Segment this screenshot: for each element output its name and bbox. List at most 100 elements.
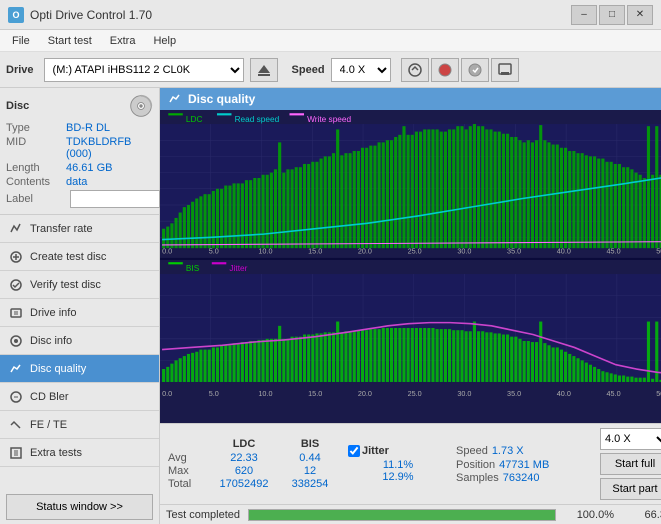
disc-contents-row: Contents data	[6, 176, 153, 188]
svg-text:20.0: 20.0	[358, 246, 372, 255]
sidebar-item-verify-test-disc[interactable]: Verify test disc	[0, 271, 159, 299]
sidebar-item-disc-quality[interactable]: Disc quality	[0, 355, 159, 383]
mid-value: TDKBLDRFB (000)	[66, 136, 153, 160]
sidebar-item-transfer-rate[interactable]: Transfer rate	[0, 215, 159, 243]
main-layout: Disc Type BD-R DL MID TDKBLDRFB (000) Le…	[0, 88, 661, 524]
label-input[interactable]	[70, 190, 160, 208]
title-bar: O Opti Drive Control 1.70 – □ ✕	[0, 0, 661, 30]
svg-text:Write speed: Write speed	[307, 114, 351, 124]
speed-select[interactable]: 4.0 X	[331, 58, 391, 82]
total-label: Total	[168, 478, 208, 490]
menu-start-test[interactable]: Start test	[40, 33, 100, 49]
disc-icon	[129, 94, 153, 118]
progress-bar-track	[248, 509, 556, 521]
disc-length-row: Length 46.61 GB	[6, 162, 153, 174]
svg-text:40.0: 40.0	[557, 389, 571, 398]
content-area: Disc quality LDC Read speed Write speed	[160, 88, 661, 524]
jitter-checkbox[interactable]	[348, 445, 360, 457]
toolbar-btn-1[interactable]	[401, 58, 429, 82]
sidebar-item-cd-bler[interactable]: CD Bler	[0, 383, 159, 411]
toolbar-btn-3[interactable]	[461, 58, 489, 82]
toolbar-buttons	[401, 58, 519, 82]
total-bis: 338254	[280, 478, 340, 490]
samples-label: Samples	[456, 472, 499, 484]
close-button[interactable]: ✕	[627, 5, 653, 25]
progress-bar-container: Test completed 100.0% 66.32	[160, 504, 661, 524]
svg-text:50.0 GB: 50.0 GB	[656, 389, 661, 398]
sidebar-nav: Transfer rate Create test disc Verify te…	[0, 215, 159, 490]
menu-extra[interactable]: Extra	[102, 33, 144, 49]
menu-file[interactable]: File	[4, 33, 38, 49]
svg-text:5.0: 5.0	[209, 246, 219, 255]
status-text: Test completed	[166, 509, 240, 521]
progress-percent: 100.0%	[564, 509, 614, 521]
avg-label: Avg	[168, 452, 208, 464]
maximize-button[interactable]: □	[599, 5, 625, 25]
svg-text:0.0: 0.0	[162, 246, 172, 255]
status-window-button[interactable]: Status window >>	[6, 494, 153, 520]
start-part-button[interactable]: Start part	[600, 478, 661, 500]
disc-quality-header: Disc quality	[160, 88, 661, 110]
speed-select-stats[interactable]: 4.0 X	[600, 428, 661, 450]
drive-select[interactable]: (M:) ATAPI iHBS112 2 CL0K	[44, 58, 244, 82]
svg-text:45.0: 45.0	[607, 389, 621, 398]
nav-label-fe-te: FE / TE	[30, 419, 67, 431]
progress-bar-fill	[249, 510, 555, 520]
menu-help[interactable]: Help	[145, 33, 184, 49]
svg-text:10.0: 10.0	[258, 389, 272, 398]
verify-test-disc-icon	[8, 277, 24, 293]
sidebar-item-disc-info[interactable]: Disc info	[0, 327, 159, 355]
create-test-disc-icon	[8, 249, 24, 265]
eject-button[interactable]	[250, 58, 278, 82]
sidebar-item-fe-te[interactable]: FE / TE	[0, 411, 159, 439]
toolbar-btn-4[interactable]	[491, 58, 519, 82]
svg-text:50.0 GB: 50.0 GB	[656, 246, 661, 255]
mid-label: MID	[6, 136, 66, 160]
drive-bar: Drive (M:) ATAPI iHBS112 2 CL0K Speed 4.…	[0, 52, 661, 88]
svg-text:30.0: 30.0	[457, 246, 471, 255]
charts-area: LDC Read speed Write speed	[160, 110, 661, 423]
speed-label: Speed	[292, 64, 325, 76]
disc-label-row: Label	[6, 190, 153, 208]
minimize-button[interactable]: –	[571, 5, 597, 25]
avg-jitter: 11.1%	[348, 459, 448, 471]
nav-label-transfer-rate: Transfer rate	[30, 223, 93, 235]
svg-text:BIS: BIS	[186, 263, 200, 273]
nav-label-create-test-disc: Create test disc	[30, 251, 106, 263]
svg-text:25.0: 25.0	[408, 389, 422, 398]
stats-ldc-header: LDC	[208, 438, 280, 450]
disc-mid-row: MID TDKBLDRFB (000)	[6, 136, 153, 160]
svg-text:Read speed: Read speed	[235, 114, 280, 124]
contents-label: Contents	[6, 176, 66, 188]
max-jitter: 12.9%	[348, 471, 448, 483]
drive-info-icon	[8, 305, 24, 321]
sidebar-item-extra-tests[interactable]: Extra tests	[0, 439, 159, 467]
svg-text:15.0: 15.0	[308, 389, 322, 398]
position-value: 47731 MB	[499, 459, 549, 471]
max-bis: 12	[280, 465, 340, 477]
avg-ldc: 22.33	[208, 452, 280, 464]
svg-text:5.0: 5.0	[209, 389, 219, 398]
svg-text:25.0: 25.0	[408, 246, 422, 255]
contents-value: data	[66, 176, 87, 188]
disc-info-panel: Disc Type BD-R DL MID TDKBLDRFB (000) Le…	[0, 88, 159, 215]
sidebar-item-create-test-disc[interactable]: Create test disc	[0, 243, 159, 271]
svg-text:10.0: 10.0	[258, 246, 272, 255]
toolbar-btn-2[interactable]	[431, 58, 459, 82]
start-full-button[interactable]: Start full	[600, 453, 661, 475]
menu-bar: File Start test Extra Help	[0, 30, 661, 52]
svg-text:15.0: 15.0	[308, 246, 322, 255]
stats-bar: LDC BIS Avg 22.33 0.44 Max 620 12 Tota	[160, 423, 661, 504]
type-value: BD-R DL	[66, 122, 110, 134]
svg-text:35.0: 35.0	[507, 246, 521, 255]
nav-label-extra-tests: Extra tests	[30, 447, 82, 459]
samples-value: 763240	[503, 472, 540, 484]
length-value: 46.61 GB	[66, 162, 112, 174]
max-ldc: 620	[208, 465, 280, 477]
svg-text:35.0: 35.0	[507, 389, 521, 398]
disc-panel-title: Disc	[6, 100, 29, 112]
sidebar-item-drive-info[interactable]: Drive info	[0, 299, 159, 327]
disc-quality-header-icon	[168, 92, 182, 106]
svg-text:45.0: 45.0	[607, 246, 621, 255]
speed-stat-label: Speed	[456, 445, 488, 457]
